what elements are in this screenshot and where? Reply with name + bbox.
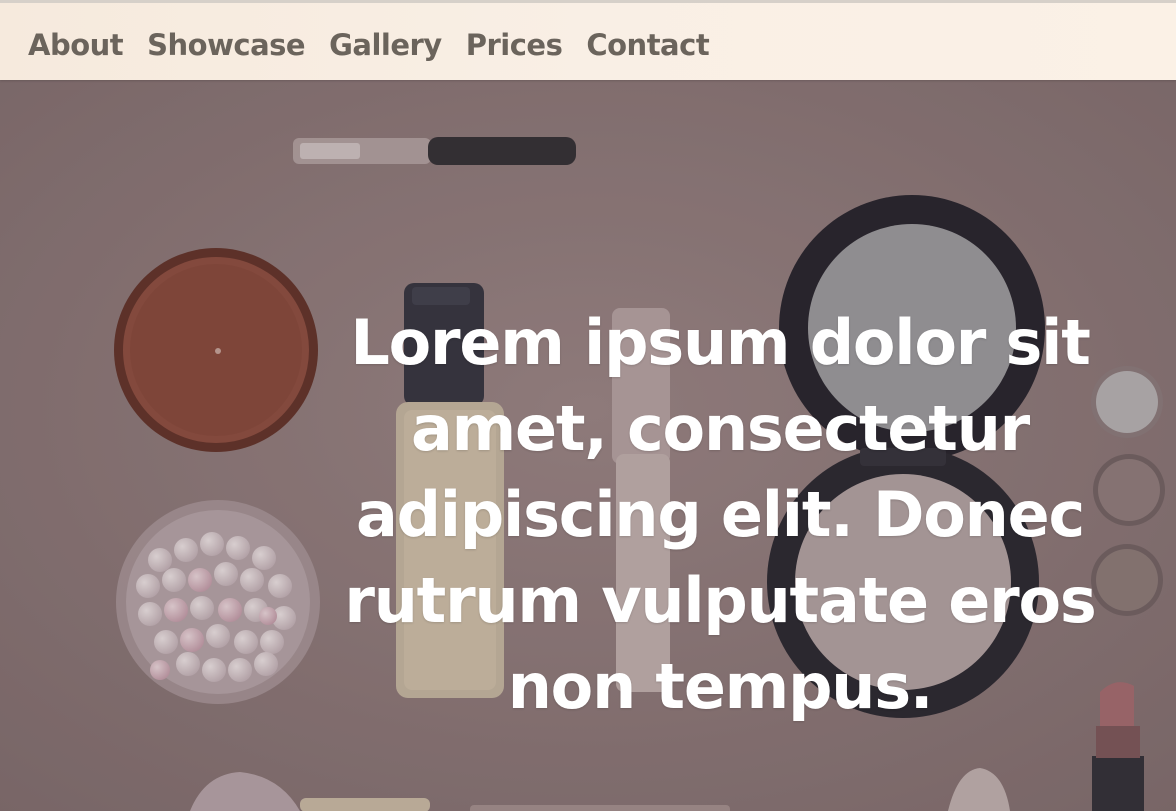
hero-section: Lorem ipsum dolor sit amet, consectetur … [0,80,1176,811]
nav-link-about[interactable]: About [28,27,124,63]
top-navbar: About Showcase Gallery Prices Contact [0,0,1176,80]
hero-headline: Lorem ipsum dolor sit amet, consectetur … [344,306,1096,723]
nav-link-prices[interactable]: Prices [466,27,563,63]
nav-link-gallery[interactable]: Gallery [329,27,442,63]
nav-link-showcase[interactable]: Showcase [147,27,305,63]
page: About Showcase Gallery Prices Contact Lo… [0,0,1176,811]
nav-link-contact[interactable]: Contact [586,27,709,63]
nav-links: About Showcase Gallery Prices Contact [28,27,710,63]
